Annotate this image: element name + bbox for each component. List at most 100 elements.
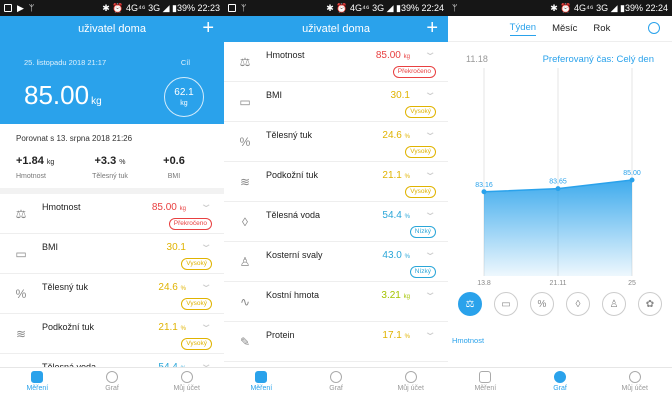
metric-name: Hmotnost [266,50,305,60]
chevron-down-icon[interactable]: ⌄ [423,87,436,98]
list-item[interactable]: ⚖ Hmotnost 85.00 kg ⌄ Překročeno [224,42,448,82]
chevron-down-icon[interactable]: ⌄ [423,167,436,178]
muscle-icon[interactable]: ♙ [602,292,626,316]
nav-graph[interactable]: Graf [299,368,374,397]
list-item[interactable]: ≋ Podkožní tuk 21.1 % ⌄ Vysoký [224,162,448,202]
clock-icon[interactable] [648,22,660,34]
chevron-down-icon[interactable]: ⌄ [199,319,212,330]
metric-name: Hmotnost [42,202,81,212]
scale-icon: ⚖ [239,55,251,69]
scale-icon: ⚖ [15,207,27,221]
measure-date: 25. listopadu 2018 21:17 [24,58,107,67]
nav-measure[interactable]: Měření [0,368,75,397]
metric-name: Kostní hmota [266,290,320,300]
nav-graph[interactable]: Graf [75,368,150,397]
graph-screen: ᛘ ✱ ⏰ 4G⁴⁶ 3G ◢ ▮39% 22:24 Týden Měsíc R… [448,0,672,397]
status-badge: Vysoký [181,298,212,310]
list-item[interactable]: ◊ Tělesná voda 54.4 % ⌄ Nízký [224,202,448,242]
nav-measure[interactable]: Měření [224,368,299,397]
percent-icon: % [239,135,251,149]
tab-year[interactable]: Rok [593,23,610,34]
metric-value: 30.1 [166,242,186,253]
tab-week[interactable]: Týden [509,22,537,36]
nav-graph[interactable]: Graf [523,368,598,397]
area-fill [484,180,632,276]
nav-account[interactable]: Můj účet [373,368,448,397]
graph-date: 11.18 [466,54,488,64]
compare-section: Porovnat s 13. srpna 2018 21:26 +1.84 kg… [0,124,224,180]
metric-name: Protein [266,330,295,340]
data-point [555,186,561,192]
list-item[interactable]: ≋ Podkožní tuk 21.1 % ⌄ Vysoký [0,314,224,354]
chevron-down-icon[interactable]: ⌄ [199,199,212,210]
subcutaneous-icon: ≋ [239,175,251,189]
chevron-down-icon[interactable]: ⌄ [423,127,436,138]
metric-name: BMI [42,242,59,252]
list-item[interactable]: ▭ BMI 30.1 ⌄ Vysoký [0,234,224,274]
stat-bmi: +0.6 BMI [163,155,185,180]
add-button[interactable]: + [202,17,214,40]
list-item[interactable]: % Tělesný tuk 24.6 % ⌄ Vysoký [224,122,448,162]
bmi-icon: ▭ [15,247,27,261]
metric-name: Tělesná voda [266,210,321,220]
status-badge: Vysoký [405,106,436,118]
bottom-nav: Měření Graf Můj účet [448,367,672,397]
pref-time[interactable]: Preferovaný čas: Celý den [543,54,654,65]
chevron-down-icon[interactable]: ⌄ [423,47,436,58]
bottom-nav: Měření Graf Můj účet [224,367,448,397]
protein-icon: ✎ [239,335,251,349]
x-tick-label: 21.11 [550,280,567,287]
metric-list: ⚖ Hmotnost 85.00 kg ⌄ Překročeno ▭ BMI 30.… [224,42,448,362]
protein-icon[interactable]: ✿ [638,292,662,316]
metrics-screen: ᛘ ✱ ⏰ 4G⁴⁶ 3G ◢ ▮39% 22:24 uživatel doma… [224,0,448,397]
usb-icon: ᛘ [28,3,35,13]
usb-icon: ᛘ [241,3,247,13]
percent-icon[interactable]: % [530,292,554,316]
nav-measure[interactable]: Měření [448,368,523,397]
percent-icon: % [15,287,27,301]
image-icon [4,4,12,12]
metric-value: 85.00 kg [151,202,186,213]
bmi-icon[interactable]: ▭ [494,292,518,316]
account-icon [404,371,417,383]
nav-account[interactable]: Můj účet [149,368,224,397]
add-button[interactable]: + [426,17,438,40]
nav-account[interactable]: Můj účet [597,368,672,397]
scale-icon[interactable]: ⚖ [458,292,482,316]
stat-fat: +3.3 % Tělesný tuk [92,155,128,180]
water-icon[interactable]: ◊ [566,292,590,316]
measure-icon [479,371,492,383]
bottom-nav: Měření Graf Můj účet [0,367,224,397]
page-title: uživatel doma [78,23,146,35]
goal-label: Cíl [180,58,190,67]
goal-ring[interactable]: 62.1 kg [164,77,204,117]
stat-weight: +1.84 kg Hmotnost [16,155,55,180]
metric-value: 21.1 % [382,170,410,181]
status-badge: Nízký [409,266,436,278]
chevron-down-icon[interactable]: ⌄ [199,279,212,290]
list-item[interactable]: % Tělesný tuk 24.6 % ⌄ Vysoký [0,274,224,314]
metric-name: BMI [266,90,283,100]
weight-value: 85.00 kg [24,80,102,110]
usb-icon: ᛘ [452,3,458,13]
chevron-down-icon[interactable]: ⌄ [423,207,436,218]
metric-name: Podkožní tuk [42,322,95,332]
metric-value: 54.4 % [382,210,410,221]
chevron-down-icon[interactable]: ⌄ [423,247,436,258]
list-item[interactable]: ∿ Kostní hmota 3.21 kg ⌄ [224,282,448,322]
chevron-down-icon[interactable]: ⌄ [423,327,436,338]
account-icon [180,371,193,383]
compare-text: Porovnat s 13. srpna 2018 21:26 [16,134,133,143]
chevron-down-icon[interactable]: ⌄ [423,287,436,298]
list-item[interactable]: ▭ BMI 30.1 ⌄ Vysoký [224,82,448,122]
measure-icon [31,371,44,383]
status-bar: ▶ ᛘ ✱ ⏰ 4G⁴⁶ 3G ◢ ▮39% 22:23 [0,0,224,16]
list-item[interactable]: ✎ Protein 17.1 % ⌄ [224,322,448,362]
tab-month[interactable]: Měsíc [552,23,577,34]
metric-value: 85.00 kg [375,50,410,61]
chevron-down-icon[interactable]: ⌄ [199,239,212,250]
list-item[interactable]: ⚖ Hmotnost 85.00 kg ⌄ Překročeno [0,194,224,234]
list-item[interactable]: ♙ Kosterní svaly 43.0 % ⌄ Nízký [224,242,448,282]
status-badge: Vysoký [405,146,436,158]
x-tick-label: 13.8 [477,280,491,287]
